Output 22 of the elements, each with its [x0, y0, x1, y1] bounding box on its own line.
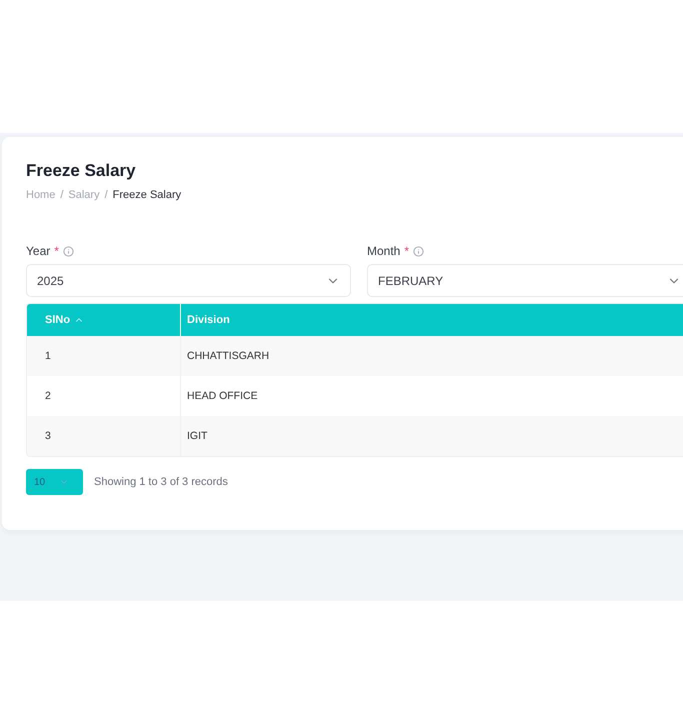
table-cell: CHHATTISGARH — [180, 336, 683, 376]
page-title: Freeze Salary — [26, 161, 137, 181]
table-cell: 1 — [27, 336, 180, 376]
breadcrumb-item[interactable]: Salary — [68, 189, 100, 201]
select-field[interactable]: 2025 — [26, 264, 351, 297]
records-summary: Showing 1 to 3 of 3 records — [94, 476, 228, 488]
table-cell: IGIT — [180, 416, 683, 456]
breadcrumb-separator: / — [104, 189, 108, 201]
column-header[interactable]: SlNo — [27, 304, 180, 336]
info-icon[interactable] — [62, 246, 74, 256]
field-label: Month — [367, 244, 400, 258]
breadcrumb-item: Freeze Salary — [112, 189, 182, 201]
table-cell: 3 — [27, 416, 180, 456]
breadcrumb-separator: / — [60, 189, 64, 201]
breadcrumb-item[interactable]: Home — [26, 189, 56, 201]
column-header[interactable]: Division — [180, 304, 683, 336]
select-field[interactable]: FEBRUARY — [367, 264, 683, 297]
field-label: Year — [26, 244, 50, 258]
page-size-select[interactable]: 10 — [26, 469, 83, 495]
info-icon[interactable] — [413, 246, 424, 256]
required-mark: * — [404, 244, 410, 258]
required-mark: * — [54, 244, 59, 258]
